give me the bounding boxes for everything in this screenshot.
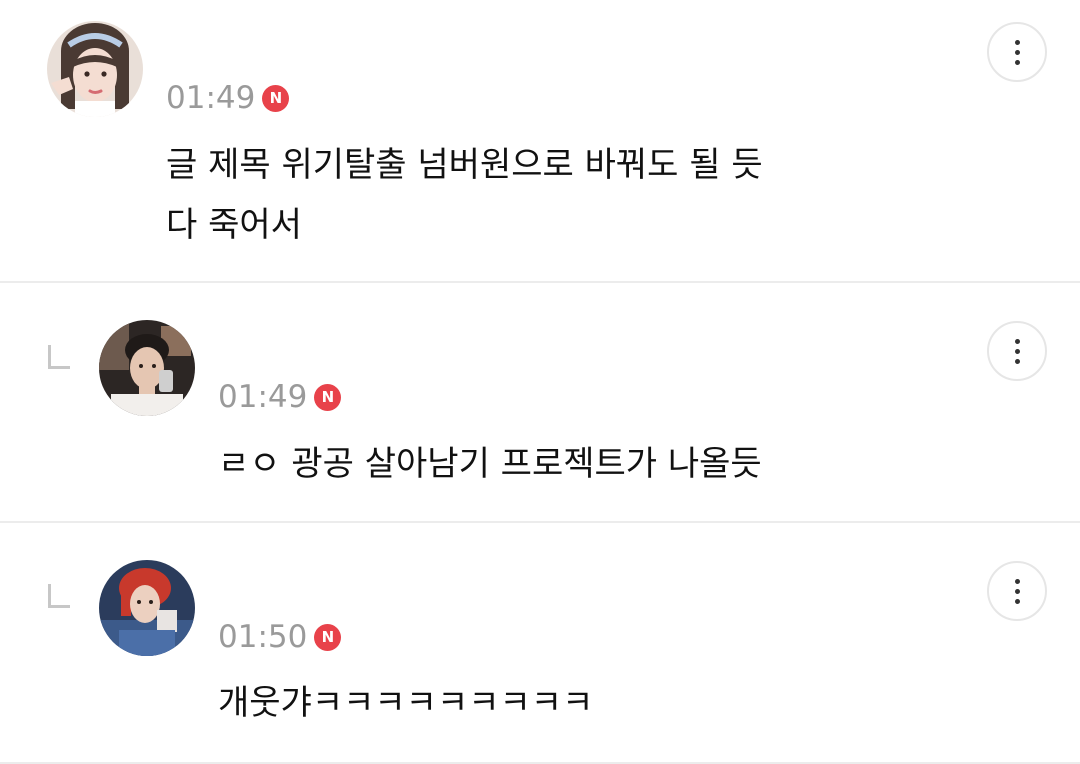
more-vertical-icon (1014, 588, 1020, 594)
comment-meta: 01:49 N (166, 78, 290, 118)
comment-item: 01:49 N 글 제목 위기탈출 넘버원으로 바꿔도 될 듯 다 죽어서 (0, 0, 1080, 283)
more-vertical-icon (1014, 578, 1020, 584)
comment-text-line: 개웃갸ㅋㅋㅋㅋㅋㅋㅋㅋㅋ (218, 683, 594, 723)
reply-corner-icon (48, 345, 70, 369)
reply-comment-item: 01:50 N 개웃갸ㅋㅋㅋㅋㅋㅋㅋㅋㅋ (0, 523, 1080, 764)
avatar-image (47, 21, 143, 117)
more-vertical-icon (1014, 49, 1020, 55)
user-avatar[interactable] (99, 560, 195, 656)
user-avatar[interactable] (99, 320, 195, 416)
reply-corner-icon (48, 584, 70, 608)
more-vertical-icon (1014, 348, 1020, 354)
comment-text: ㄹㅇ 광공 살아남기 프로젝트가 나올듯 (218, 434, 762, 494)
comment-text-line: ㄹㅇ 광공 살아남기 프로젝트가 나올듯 (218, 444, 762, 484)
more-vertical-icon (1014, 358, 1020, 364)
more-menu-button[interactable] (987, 321, 1047, 381)
more-vertical-icon (1014, 59, 1020, 65)
reply-comment-item: 01:49 N ㄹㅇ 광공 살아남기 프로젝트가 나올듯 (0, 283, 1080, 523)
avatar-image (99, 320, 195, 416)
new-badge-icon: N (262, 84, 290, 112)
avatar-image (99, 560, 195, 656)
comment-time: 01:50 (218, 619, 308, 655)
comment-text: 개웃갸ㅋㅋㅋㅋㅋㅋㅋㅋㅋ (218, 673, 593, 733)
new-badge-icon: N (314, 383, 342, 411)
comment-meta: 01:49 N (218, 377, 342, 417)
comment-text: 글 제목 위기탈출 넘버원으로 바꿔도 될 듯 다 죽어서 (166, 135, 763, 255)
new-badge-icon: N (314, 623, 342, 651)
more-vertical-icon (1014, 39, 1020, 45)
comment-time: 01:49 (166, 80, 256, 116)
comment-text-line: 글 제목 위기탈출 넘버원으로 바꿔도 될 듯 (166, 145, 763, 185)
user-avatar[interactable] (47, 21, 143, 117)
more-vertical-icon (1014, 598, 1020, 604)
more-menu-button[interactable] (987, 22, 1047, 82)
comment-time: 01:49 (218, 379, 308, 415)
more-menu-button[interactable] (987, 561, 1047, 621)
comment-meta: 01:50 N (218, 617, 342, 657)
comment-text-line: 다 죽어서 (166, 205, 302, 245)
more-vertical-icon (1014, 338, 1020, 344)
